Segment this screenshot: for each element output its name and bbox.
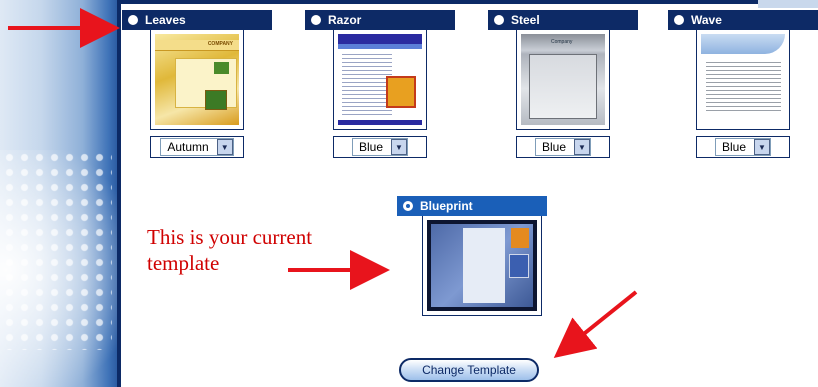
annotation-arrows	[8, 8, 638, 359]
arrow-to-change-button	[553, 290, 638, 359]
change-template-button[interactable]: Change Template	[399, 358, 539, 382]
